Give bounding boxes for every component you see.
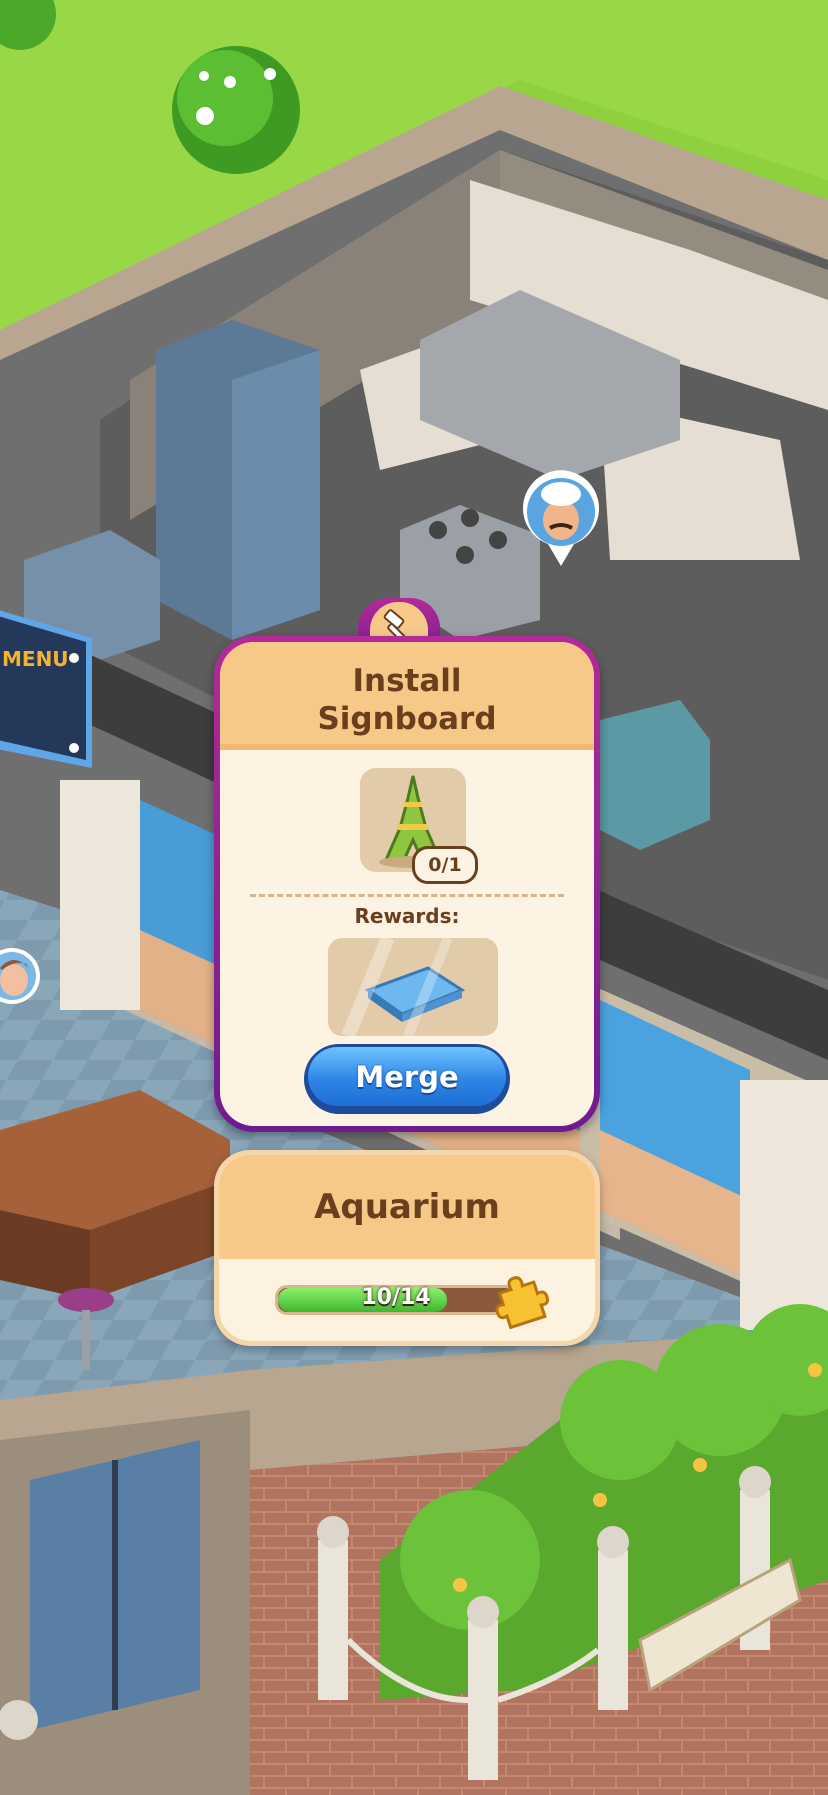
game-scene[interactable]: MENU Install Signboard 0/1 Rewards: Merg… <box>0 0 828 1795</box>
task-title-line2: Signboard <box>317 701 497 737</box>
puzzle-piece-icon <box>489 1267 553 1331</box>
task-title-line1: Install <box>352 663 462 699</box>
chef-avatar-pin[interactable] <box>518 470 604 570</box>
customer-avatar-icon <box>0 948 40 1004</box>
task-header: Install Signboard <box>220 642 594 750</box>
customer-avatar-pin[interactable] <box>0 944 42 1020</box>
menu-sign-text: MENU <box>2 647 69 671</box>
area-progress-card[interactable]: Aquarium 10/14 <box>214 1150 600 1346</box>
chef-avatar-icon <box>523 470 599 566</box>
required-item-slot[interactable]: 0/1 <box>360 768 478 884</box>
required-progress: 0/1 <box>412 846 478 884</box>
divider <box>250 894 564 897</box>
task-card: Install Signboard 0/1 Rewards: Merge <box>214 636 600 1132</box>
merge-button-label: Merge <box>355 1059 459 1094</box>
rewards-label: Rewards: <box>354 904 460 928</box>
menu-signboard[interactable]: MENU <box>0 598 104 788</box>
glass-panel-icon <box>341 938 466 1036</box>
area-progress-text: 10/14 <box>361 1285 431 1310</box>
reward-item-slot[interactable] <box>328 938 498 1036</box>
merge-button[interactable]: Merge <box>304 1044 510 1114</box>
area-title: Aquarium <box>314 1187 500 1227</box>
